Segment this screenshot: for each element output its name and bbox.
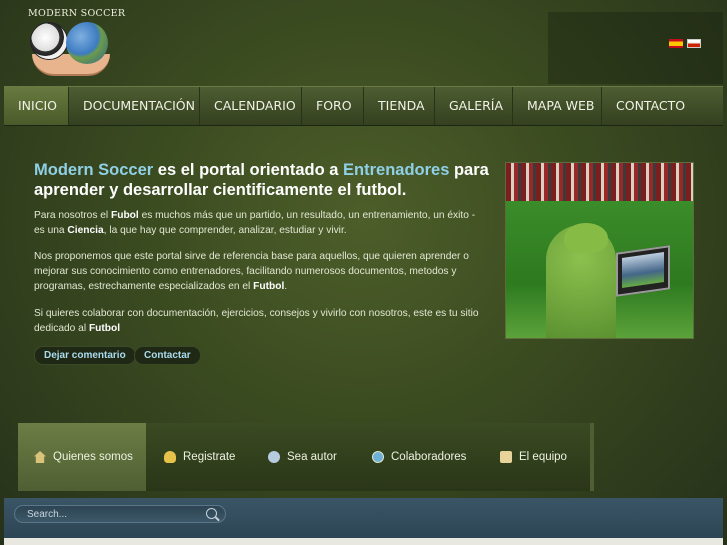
nav-item-foro[interactable]: FORO	[302, 87, 364, 125]
badge-icon	[164, 451, 176, 463]
laptop-icon	[616, 245, 670, 297]
site-logo[interactable]: MODERN SOCCER	[26, 8, 125, 80]
header-banner-area	[548, 12, 723, 84]
search-box	[14, 505, 226, 523]
globe-icon	[372, 451, 384, 463]
search-icon[interactable]	[206, 508, 217, 519]
tab-el-equipo[interactable]: El equipo	[482, 423, 586, 491]
hero-title-brand: Modern Soccer	[34, 161, 154, 179]
p1-text-c: , la que hay que comprender, analizar, e…	[103, 225, 347, 236]
nav-item-inicio[interactable]: INICIO	[4, 87, 69, 125]
nav-item-tienda[interactable]: TIENDA	[364, 87, 435, 125]
nav-item-calendario[interactable]: CALENDARIO	[200, 87, 302, 125]
main-nav: INICIO DOCUMENTACIÓN CALENDARIO FORO TIE…	[4, 86, 723, 126]
hero-title-highlight: Entrenadores	[343, 161, 450, 179]
nav-item-documentacion[interactable]: DOCUMENTACIÓN	[69, 87, 200, 125]
hero-photo	[505, 162, 694, 339]
spanish-flag-icon[interactable]	[669, 39, 683, 48]
tab-registrate[interactable]: Registrate	[146, 423, 250, 491]
p1-bold-a: Fubol	[111, 210, 139, 221]
p1-bold-b: Ciencia	[67, 225, 104, 236]
hero-title: Modern Soccer es el portal orientado a E…	[34, 160, 494, 200]
home-icon	[34, 451, 46, 463]
soccer-ball-icon	[30, 22, 68, 60]
intro-paragraph-2: Nos proponemos que este portal sirve de …	[34, 249, 484, 294]
search-input[interactable]	[27, 507, 197, 521]
nav-item-galeria[interactable]: GALERÍA	[435, 87, 513, 125]
hero-title-text-1: es el portal orientado a	[153, 161, 344, 179]
russian-flag-icon[interactable]	[687, 39, 701, 48]
grass-figure-head	[564, 223, 608, 253]
document-icon	[500, 451, 512, 463]
logo-text: MODERN SOCCER	[28, 8, 126, 19]
header: MODERN SOCCER	[0, 0, 727, 86]
intro-paragraph-3: Si quieres colaborar con documentación, …	[34, 306, 484, 336]
bottom-bar	[4, 498, 723, 545]
intro-paragraph-1: Para nosotros el Fubol es muchos más que…	[34, 208, 484, 238]
laptop-screen	[622, 252, 664, 288]
tab-label: Registrate	[183, 451, 236, 463]
tab-label: Sea autor	[287, 451, 337, 463]
tab-quienes-somos[interactable]: Quienes somos	[18, 423, 146, 491]
feature-tabs: Quienes somos Registrate Sea autor Colab…	[18, 423, 594, 491]
tab-label: Colaboradores	[391, 451, 467, 463]
p3-bold: Futbol	[88, 323, 121, 334]
p2-text-a: Nos proponemos que este portal sirve de …	[34, 251, 469, 292]
p2-text-b: .	[284, 281, 288, 292]
tab-sea-autor[interactable]: Sea autor	[250, 423, 354, 491]
globe-icon	[66, 22, 108, 64]
tab-colaboradores[interactable]: Colaboradores	[354, 423, 482, 491]
nav-item-contacto[interactable]: CONTACTO	[602, 87, 692, 125]
p1-text-a: Para nosotros el	[34, 210, 112, 221]
chat-icon	[268, 451, 280, 463]
tab-label: El equipo	[519, 451, 567, 463]
p2-bold: Futbol	[253, 281, 285, 292]
nav-item-mapa-web[interactable]: MAPA WEB	[513, 87, 602, 125]
tab-label: Quienes somos	[53, 451, 133, 463]
content-strip	[4, 538, 723, 545]
stadium-crowd	[506, 163, 693, 203]
leave-comment-button[interactable]: Dejar comentario	[34, 346, 136, 365]
contact-button[interactable]: Contactar	[134, 346, 201, 365]
